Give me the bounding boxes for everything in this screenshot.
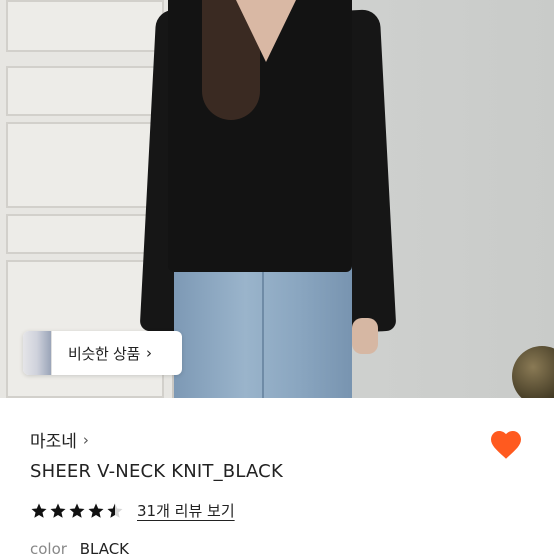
door-panel [6,260,164,398]
star-full-icon [50,503,66,518]
color-label: color [30,540,67,558]
star-full-icon [88,503,104,518]
brand-link[interactable]: 마조네 › [30,427,89,453]
star-full-icon [69,503,85,518]
model-hand [352,318,378,354]
star-half-icon [107,503,123,518]
rating-row: 31개 리뷰 보기 [30,500,235,521]
chevron-right-icon: › [145,344,152,362]
brand-name: 마조네 [30,432,77,452]
reviews-link[interactable]: 31개 리뷰 보기 [137,500,235,521]
rating-stars [30,502,125,520]
v-neckline [236,0,296,62]
similar-products-thumbnail [23,331,52,375]
similar-products-label: 비슷한 상품 [68,344,140,363]
star-full-icon [31,503,47,518]
door-panel [6,122,164,208]
similar-products-button[interactable]: 비슷한 상품 › [23,331,182,375]
door-panel [6,66,164,116]
decor-ball [512,346,554,398]
door-panel [6,0,164,52]
jeans-seam [262,266,264,398]
door-panel [6,214,164,254]
heart-icon[interactable] [488,426,524,460]
product-image[interactable]: 비슷한 상품 › [0,0,554,398]
color-option: color BLACK [30,540,129,558]
color-value: BLACK [79,540,130,558]
chevron-right-icon: › [82,430,89,449]
product-title: SHEER V-NECK KNIT_BLACK [30,461,283,482]
